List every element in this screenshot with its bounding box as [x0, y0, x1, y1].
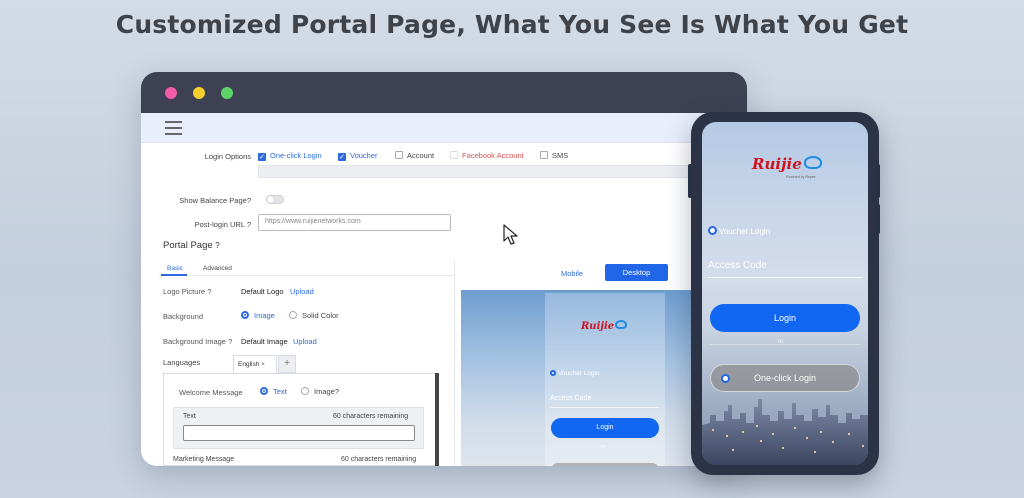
maximize-window-dot[interactable]	[221, 87, 233, 99]
phone-input-line	[708, 277, 862, 278]
login-options-detail-bar	[258, 165, 738, 178]
browser-title-bar	[141, 72, 747, 113]
browser-window: Login Options ✓ One-click Login ✓ Voucher …	[141, 72, 747, 466]
preview-access-code: Access Code	[550, 395, 592, 402]
login-option-account[interactable]: Account	[395, 151, 434, 160]
help-icon: ?	[207, 287, 212, 296]
tabs-divider	[159, 275, 453, 276]
welcome-option-image[interactable]: Image?	[301, 387, 339, 396]
checkbox-icon	[450, 151, 458, 159]
login-option-facebook[interactable]: Facebook Account	[450, 151, 524, 160]
checkbox-icon	[540, 151, 548, 159]
panel-scrollbar[interactable]	[435, 373, 439, 466]
minimize-window-dot[interactable]	[193, 87, 205, 99]
mode-mobile-button[interactable]: Mobile	[561, 269, 583, 278]
panel-divider	[454, 260, 455, 466]
mode-desktop-button[interactable]: Desktop	[605, 264, 668, 281]
phone-volume-button	[688, 164, 692, 198]
background-label: Background	[163, 312, 204, 321]
active-tab-indicator	[161, 274, 187, 276]
help-icon: ?	[246, 220, 251, 229]
add-language-button[interactable]: +	[278, 355, 296, 373]
voucher-icon	[550, 370, 556, 376]
welcome-option-text[interactable]: Text	[260, 387, 287, 396]
one-click-icon	[721, 374, 730, 383]
preview-input-line	[551, 407, 659, 408]
logo-picture-label: Logo Picture ?	[163, 287, 212, 296]
show-balance-label: Show Balance Page?	[179, 196, 251, 205]
help-icon: ?	[334, 387, 340, 396]
background-image-value: Default Image	[241, 337, 288, 346]
login-option-one-click[interactable]: ✓ One-click Login	[258, 151, 322, 161]
logo-upload-link[interactable]: Upload	[290, 287, 314, 296]
preview-login-card: Ruijie Voucher Login Access Code Login o…	[545, 293, 665, 466]
phone-side-button	[876, 204, 880, 234]
welcome-text-input[interactable]	[183, 425, 415, 441]
language-tab-english[interactable]: English ×	[233, 355, 277, 373]
background-image-label: Background Image ?	[163, 337, 233, 346]
preview-login-button[interactable]: Login	[551, 418, 659, 438]
phone-power-button	[876, 164, 880, 198]
settings-content: Login Options ✓ One-click Login ✓ Voucher …	[141, 143, 747, 466]
checkbox-checked-icon: ✓	[258, 153, 266, 161]
show-balance-toggle[interactable]	[266, 195, 284, 204]
help-icon: ?	[228, 337, 233, 346]
portal-page-title: Portal Page ?	[163, 240, 220, 251]
logo-value: Default Logo	[241, 287, 284, 296]
background-image-upload-link[interactable]: Upload	[293, 337, 317, 346]
preview-one-click-button[interactable]	[551, 463, 659, 466]
radio-selected-icon	[241, 311, 249, 319]
phone-login-button[interactable]: Login	[710, 304, 860, 332]
preview-or-divider: or	[601, 444, 606, 450]
phone-screen: Ruijie Powered by Reyee Voucher Login Ac…	[702, 122, 868, 465]
background-option-solid-color[interactable]: Solid Color	[289, 311, 339, 320]
post-login-url-input[interactable]: https://www.ruijienetworks.com	[258, 214, 451, 231]
checkbox-checked-icon: ✓	[338, 153, 346, 161]
marketing-remaining: 60 characters remaining	[341, 456, 417, 463]
marketing-message-label: Marketing Message	[173, 456, 235, 463]
help-icon: ?	[246, 196, 251, 205]
cloud-icon	[615, 320, 628, 329]
phone-voucher-login: Voucher Login	[708, 226, 770, 236]
phone-brand-logo: Ruijie	[752, 155, 822, 173]
tab-basic[interactable]: Basic	[167, 265, 183, 272]
post-login-url-label: Post-login URL ?	[194, 220, 251, 229]
phone-or-divider: or	[778, 339, 784, 345]
help-icon: ?	[215, 241, 220, 250]
checkbox-icon	[395, 151, 403, 159]
phone-mockup: Ruijie Powered by Reyee Voucher Login Ac…	[688, 112, 880, 475]
phone-powered-by: Powered by Reyee	[786, 175, 816, 179]
phone-or-line	[710, 344, 860, 345]
city-skyline-image	[702, 399, 868, 465]
portal-preview: Ruijie Voucher Login Access Code Login o…	[461, 290, 701, 466]
preview-brand-logo: Ruijie	[581, 320, 628, 332]
hamburger-menu-icon[interactable]	[165, 121, 182, 139]
tab-advanced[interactable]: Advanced	[203, 265, 232, 272]
radio-selected-icon	[260, 387, 268, 395]
voucher-icon	[708, 226, 717, 235]
login-options-label: Login Options	[204, 152, 251, 161]
login-option-sms[interactable]: SMS	[540, 151, 568, 160]
preview-voucher-login: Voucher Login	[550, 370, 600, 377]
close-icon[interactable]: ×	[261, 361, 265, 368]
cloud-icon	[803, 156, 822, 169]
close-window-dot[interactable]	[165, 87, 177, 99]
phone-access-code[interactable]: Access Code	[708, 260, 767, 271]
languages-label: Languages	[163, 358, 201, 367]
text-label: Text	[183, 413, 196, 420]
login-option-voucher[interactable]: ✓ Voucher	[338, 151, 378, 161]
radio-icon	[289, 311, 297, 319]
radio-icon	[301, 387, 309, 395]
headline: Customized Portal Page, What You See Is …	[115, 10, 909, 39]
welcome-message-label: Welcome Message	[179, 388, 243, 397]
text-remaining: 60 characters remaining	[333, 413, 409, 420]
mouse-cursor-icon	[503, 224, 518, 245]
app-toolbar	[141, 113, 747, 143]
background-option-image[interactable]: Image	[241, 311, 275, 320]
